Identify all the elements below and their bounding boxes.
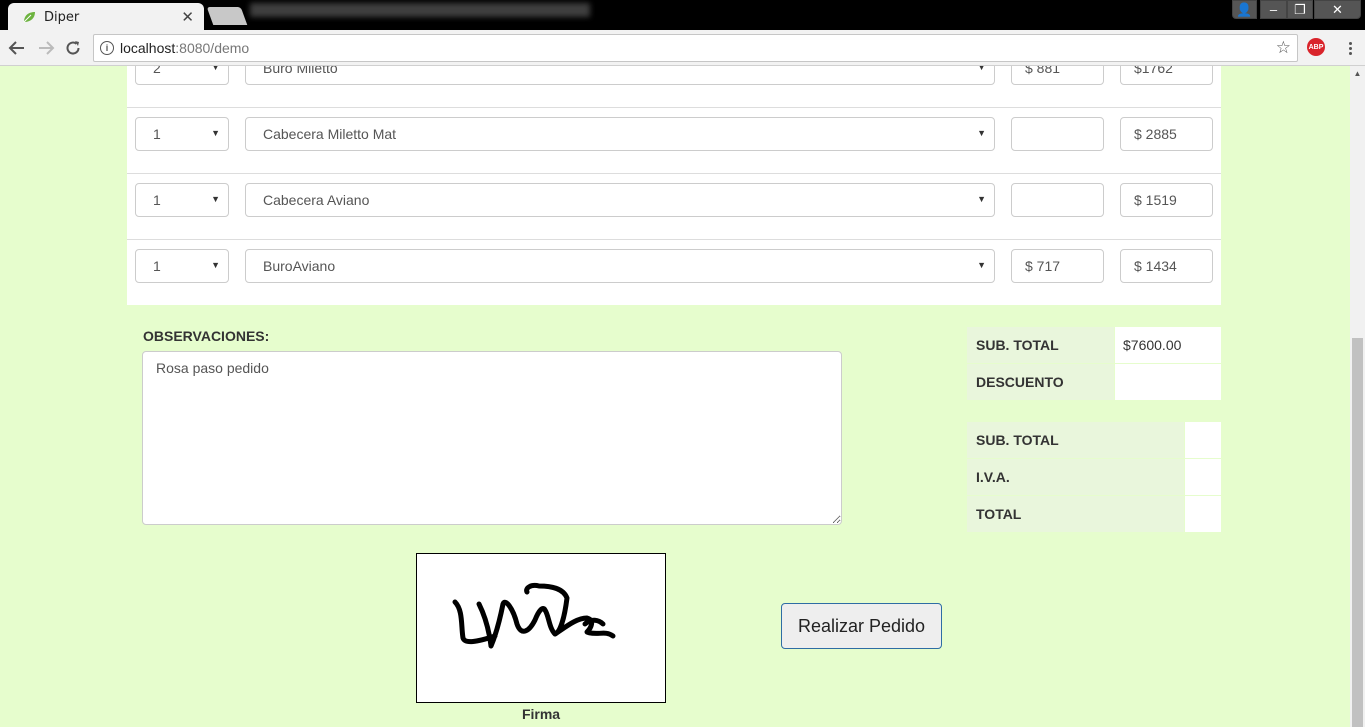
product-list: 2 ▼ Buro Miletto ▼ $ 881 $1762 1 ▼ Cabecera…	[127, 66, 1221, 305]
product-row: 1 ▼ Cabecera Miletto Mat ▼ $ 2885	[127, 108, 1221, 174]
signature-caption: Firma	[521, 706, 561, 722]
chevron-down-icon: ▼	[211, 260, 220, 270]
product-row: 1 ▼ Cabecera Aviano ▼ $ 1519	[127, 174, 1221, 240]
leaf-favicon-icon	[23, 12, 35, 23]
reload-icon[interactable]	[62, 37, 84, 59]
unit-price-field[interactable]	[1011, 117, 1104, 151]
subtotal-label: SUB. TOTAL	[966, 421, 1185, 459]
url-host: localhost	[120, 40, 176, 56]
forward-arrow-icon[interactable]	[35, 37, 57, 59]
iva-label: I.V.A.	[966, 458, 1185, 496]
browser-toolbar: i localhost:8080/demo ☆	[0, 30, 1365, 66]
unit-price-field[interactable]	[1011, 183, 1104, 217]
quantity-select[interactable]: 1 ▼	[135, 183, 229, 217]
minimize-button[interactable]: –	[1260, 0, 1287, 19]
product-row: 2 ▼ Buro Miletto ▼ $ 881 $1762	[127, 66, 1221, 108]
observations-label: OBSERVACIONES:	[143, 328, 270, 344]
subtotal-discount-table: SUB. TOTAL $7600.00 DESCUENTO	[966, 326, 1222, 401]
blurred-tab-title	[250, 3, 590, 17]
scrollbar-thumb[interactable]	[1352, 338, 1363, 727]
adblock-extension-icon[interactable]: ABP	[1307, 38, 1325, 56]
tab-close-icon[interactable]: ✕	[181, 10, 194, 25]
chevron-down-icon: ▼	[977, 260, 986, 270]
page-content: 2 ▼ Buro Miletto ▼ $ 881 $1762 1 ▼ Cabecera…	[0, 66, 1350, 727]
line-total-field[interactable]: $ 1434	[1120, 249, 1213, 283]
observations-textarea[interactable]: Rosa paso pedido	[142, 351, 842, 525]
product-select[interactable]: Buro Miletto ▼	[245, 66, 995, 85]
chevron-down-icon: ▼	[977, 128, 986, 138]
chevron-down-icon: ▼	[211, 128, 220, 138]
product-row: 1 ▼ BuroAviano ▼ $ 717 $ 1434	[127, 240, 1221, 306]
handwritten-signature	[452, 583, 616, 649]
close-window-button[interactable]: ✕	[1314, 0, 1361, 19]
chevron-down-icon: ▼	[977, 194, 986, 204]
product-select[interactable]: Cabecera Aviano ▼	[245, 183, 995, 217]
back-arrow-icon[interactable]	[6, 37, 28, 59]
total-label: TOTAL	[966, 495, 1185, 533]
quantity-select[interactable]: 2 ▼	[135, 66, 229, 85]
user-profile-icon[interactable]: 👤	[1232, 0, 1257, 19]
line-total-field[interactable]: $1762	[1120, 66, 1213, 85]
browser-tab-diper[interactable]: Diper ✕	[8, 3, 204, 30]
subtotal-value: $7600.00	[1114, 326, 1222, 364]
scroll-up-arrow-icon[interactable]: ▲	[1350, 69, 1365, 81]
subtotal-value	[1184, 421, 1222, 459]
new-tab-button[interactable]	[206, 7, 248, 25]
tab-title: Diper	[44, 9, 80, 25]
product-select[interactable]: BuroAviano ▼	[245, 249, 995, 283]
product-name: Buro Miletto	[263, 66, 338, 76]
unit-price-field[interactable]: $ 717	[1011, 249, 1104, 283]
quantity-value: 2	[153, 66, 161, 76]
unit-price-field[interactable]: $ 881	[1011, 66, 1104, 85]
quantity-select[interactable]: 1 ▼	[135, 249, 229, 283]
line-total-field[interactable]: $ 2885	[1120, 117, 1213, 151]
vertical-scrollbar[interactable]: ▲	[1350, 66, 1365, 727]
totals-table: SUB. TOTAL I.V.A. TOTAL	[966, 421, 1222, 533]
product-select[interactable]: Cabecera Miletto Mat ▼	[245, 117, 995, 151]
quantity-select[interactable]: 1 ▼	[135, 117, 229, 151]
submit-order-button[interactable]: Realizar Pedido	[781, 603, 942, 649]
maximize-button[interactable]: ❐	[1287, 0, 1313, 19]
info-icon[interactable]: i	[100, 41, 114, 55]
bookmark-star-icon[interactable]: ☆	[1276, 38, 1291, 58]
iva-value	[1184, 458, 1222, 496]
discount-field[interactable]	[1114, 363, 1222, 401]
chevron-down-icon: ▼	[977, 66, 986, 72]
product-name: BuroAviano	[263, 258, 336, 274]
url-path: :8080/demo	[175, 40, 250, 56]
line-total-field[interactable]: $ 1519	[1120, 183, 1213, 217]
discount-label: DESCUENTO	[966, 363, 1115, 401]
subtotal-label: SUB. TOTAL	[966, 326, 1115, 364]
product-name: Cabecera Aviano	[263, 192, 370, 208]
chevron-down-icon: ▼	[211, 194, 220, 204]
browser-menu-icon[interactable]	[1340, 38, 1360, 58]
signature-canvas[interactable]	[416, 553, 666, 703]
quantity-value: 1	[153, 258, 161, 274]
address-bar[interactable]: i localhost:8080/demo ☆	[93, 34, 1298, 62]
chevron-down-icon: ▼	[211, 66, 220, 72]
quantity-value: 1	[153, 126, 161, 142]
total-value	[1184, 495, 1222, 533]
product-name: Cabecera Miletto Mat	[263, 126, 397, 142]
browser-titlebar: Diper ✕ 👤 – ❐ ✕	[0, 0, 1365, 30]
quantity-value: 1	[153, 192, 161, 208]
